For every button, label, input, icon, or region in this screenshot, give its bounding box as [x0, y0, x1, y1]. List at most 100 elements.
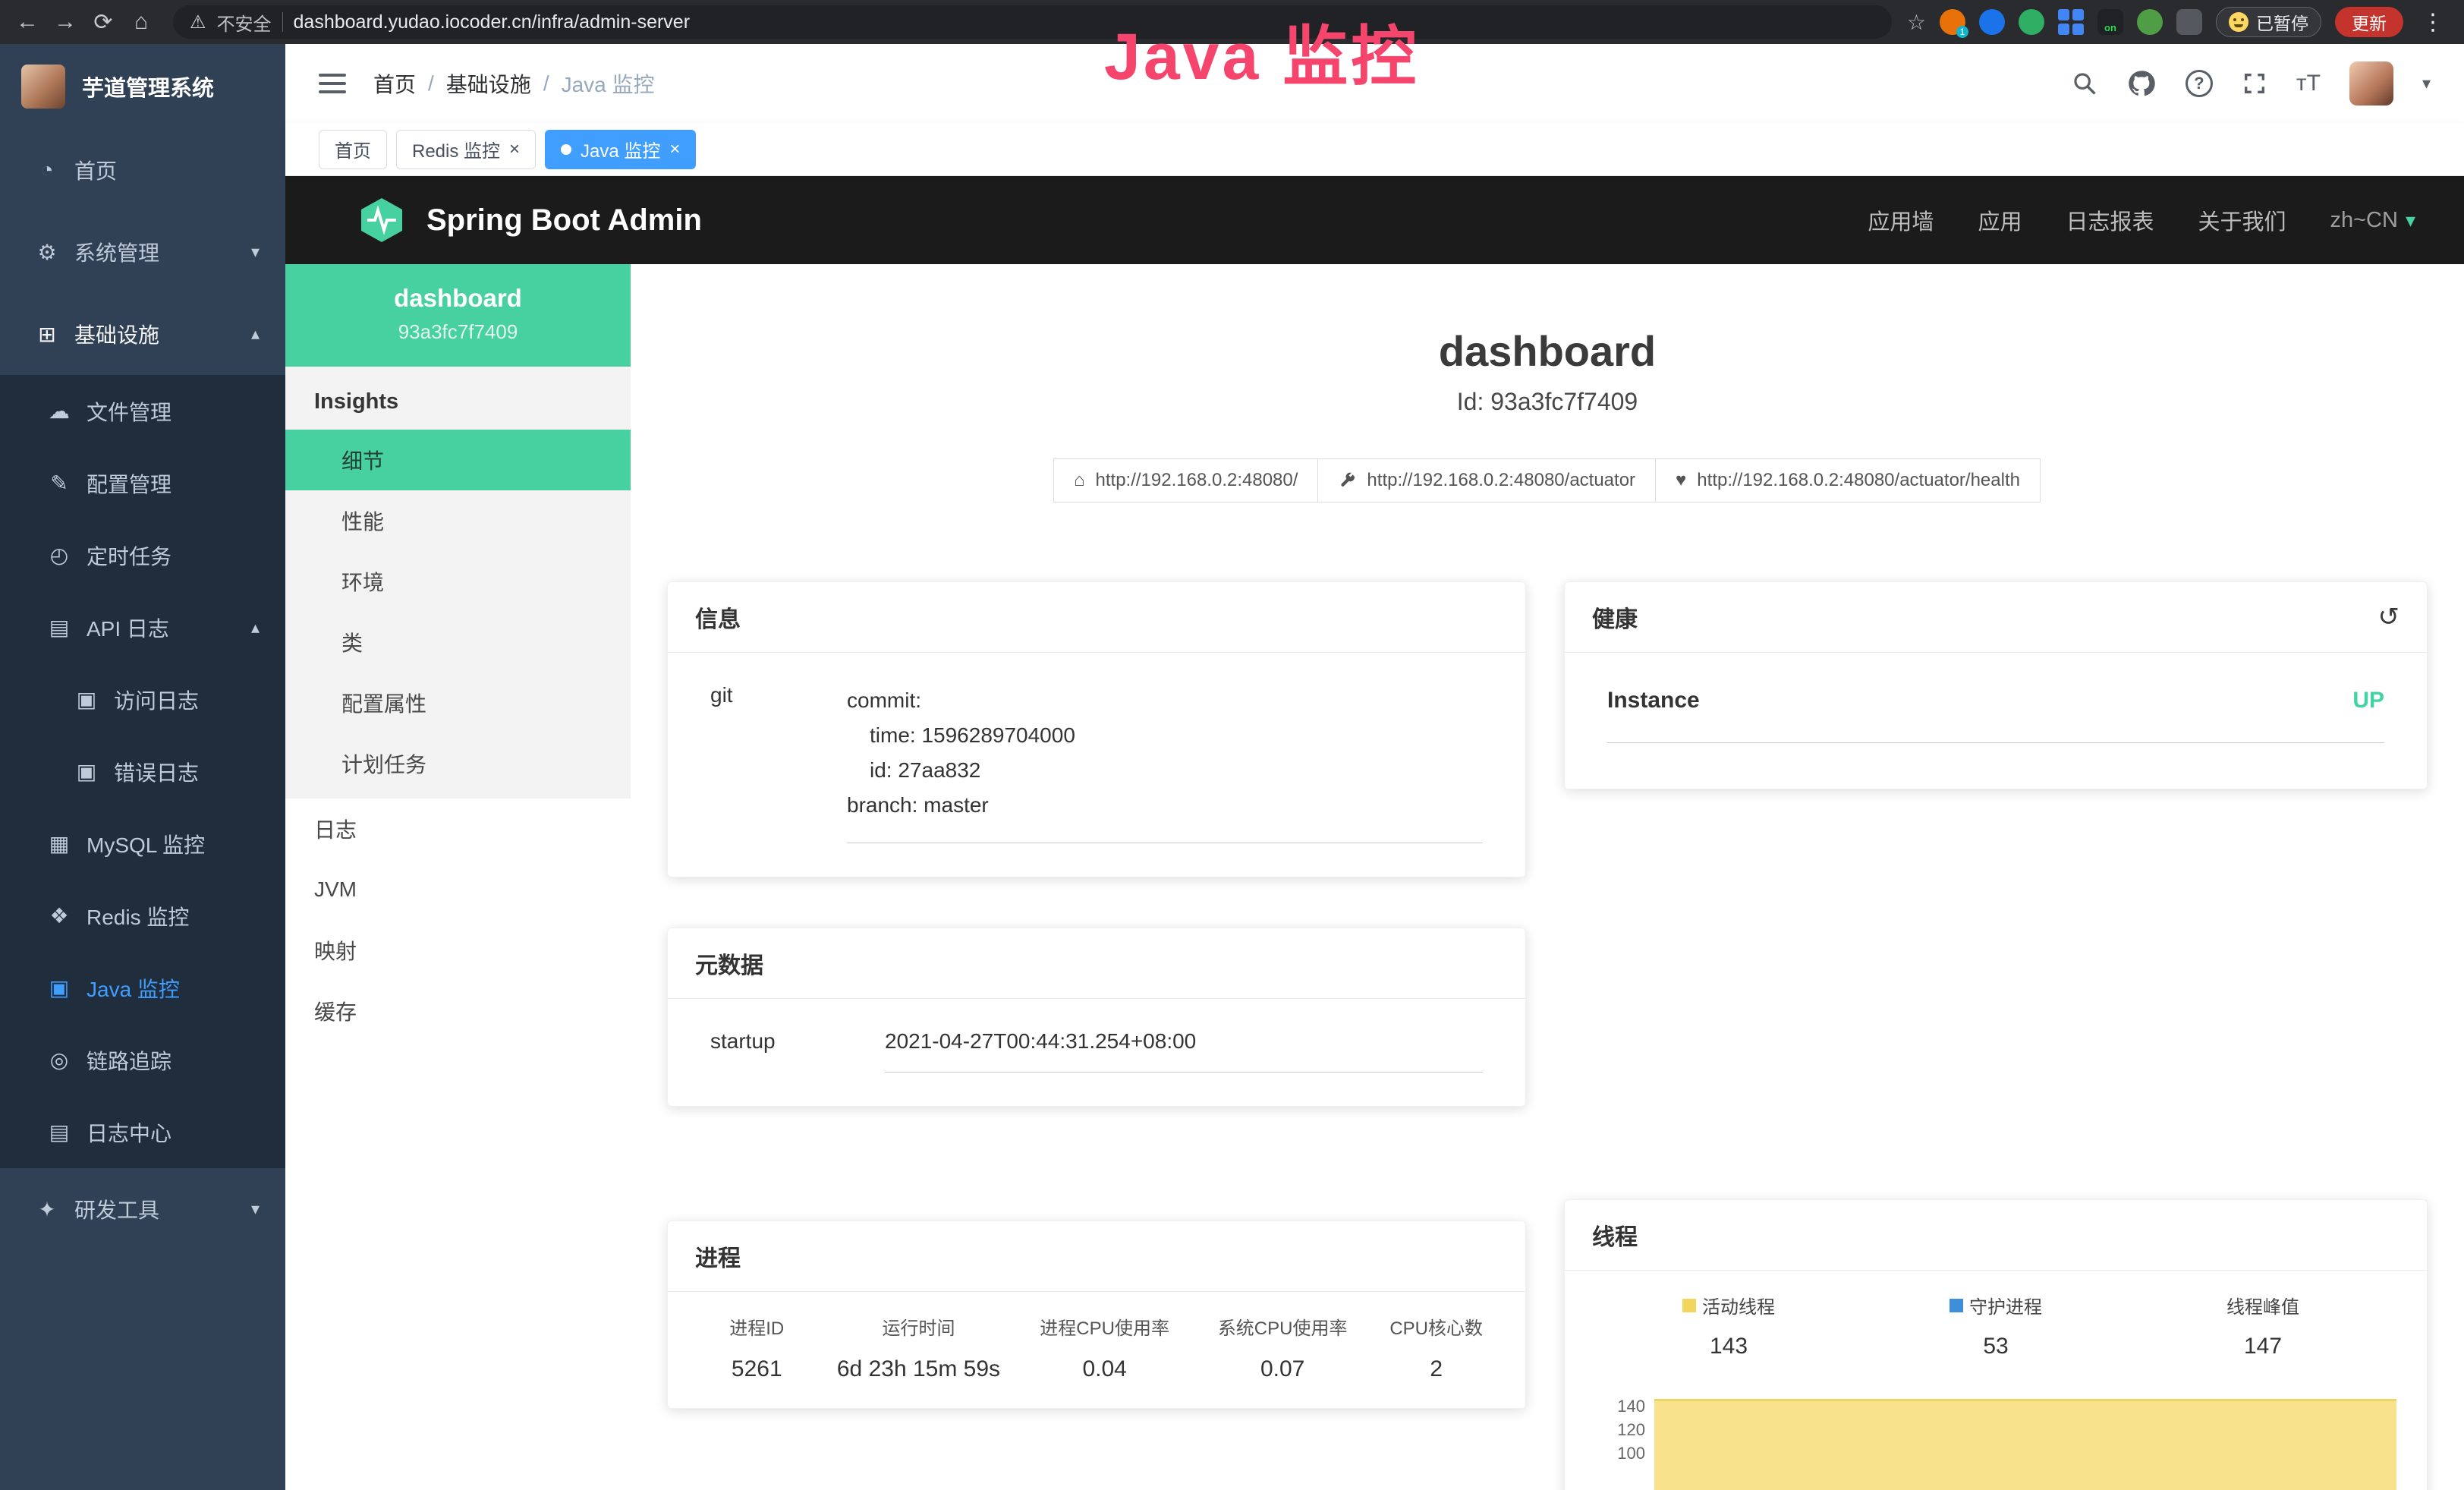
- github-icon[interactable]: [2126, 68, 2157, 99]
- col-value: 0.07: [1198, 1356, 1367, 1382]
- admin-logo[interactable]: 芋道管理系统: [0, 44, 285, 129]
- breadcrumb-home[interactable]: 首页: [373, 68, 416, 99]
- link-label: http://192.168.0.2:48080/actuator/health: [1697, 470, 2020, 491]
- threads-chart: 140 120 100: [1595, 1394, 2396, 1490]
- sba-item-mappings[interactable]: 映射: [285, 920, 631, 981]
- sidebar-item-label: 首页: [74, 155, 117, 185]
- infrastructure-icon: ⊞: [30, 322, 64, 347]
- tab-java-monitor[interactable]: Java 监控 ×: [545, 130, 696, 169]
- sba-nav-about[interactable]: 关于我们: [2198, 204, 2286, 236]
- sba-brand[interactable]: Spring Boot Admin: [357, 197, 702, 244]
- breadcrumb-section[interactable]: 基础设施: [446, 68, 531, 99]
- sba-body: dashboard 93a3fc7f7409 Insights 细节 性能 环境…: [285, 264, 2464, 1490]
- sidebar-item-api-logs[interactable]: ▤ API 日志 ▴: [0, 591, 285, 663]
- startup-value: 2021-04-27T00:44:31.254+08:00: [885, 1029, 1483, 1073]
- home-icon[interactable]: ⌂: [124, 9, 158, 35]
- sidebar-item-java-monitor[interactable]: ▣ Java 监控: [0, 952, 285, 1024]
- browser-menu-icon[interactable]: ⋮: [2417, 9, 2449, 36]
- back-icon[interactable]: ←: [11, 9, 44, 35]
- sba-item-metrics[interactable]: 性能: [285, 490, 631, 551]
- extension-dark-icon[interactable]: [2176, 9, 2202, 35]
- sidebar-item-label: 基础设施: [74, 319, 159, 349]
- sba-item-caches[interactable]: 缓存: [285, 981, 631, 1041]
- tab-home[interactable]: 首页: [319, 130, 387, 169]
- sba-item-jvm[interactable]: JVM: [285, 859, 631, 920]
- extension-green-icon[interactable]: [2019, 9, 2044, 35]
- smiley-icon: [2229, 12, 2248, 32]
- sidebar-item-mysql-monitor[interactable]: ▦ MySQL 监控: [0, 808, 285, 880]
- sidebar-item-access-logs[interactable]: ▣ 访问日志: [0, 663, 285, 736]
- instance-id: Id: 93a3fc7f7409: [667, 388, 2428, 416]
- admin-logo-avatar: [21, 65, 65, 109]
- sidebar-item-label: Java 监控: [87, 973, 180, 1003]
- legend-label: 活动线程: [1702, 1292, 1775, 1318]
- extension-switch-on-icon[interactable]: on: [2097, 9, 2123, 35]
- link-label: http://192.168.0.2:48080/: [1096, 470, 1298, 491]
- history-icon[interactable]: ↺: [2378, 602, 2400, 632]
- help-icon[interactable]: ?: [2186, 70, 2213, 97]
- sba-item-config-props[interactable]: 配置属性: [285, 673, 631, 733]
- col-label: 进程ID: [697, 1313, 817, 1340]
- close-tab-icon[interactable]: ×: [509, 140, 520, 159]
- sidebar-item-error-logs[interactable]: ▣ 错误日志: [0, 736, 285, 808]
- sba-root-items: 日志 JVM 映射 缓存: [285, 799, 631, 1041]
- extension-grid-icon[interactable]: [2058, 9, 2084, 35]
- chrome-update-button[interactable]: 更新: [2335, 7, 2403, 37]
- search-icon[interactable]: [2072, 71, 2097, 96]
- page-url: dashboard.yudao.iocoder.cn/infra/admin-s…: [294, 11, 691, 33]
- extension-blue-drop-icon[interactable]: [1979, 9, 2005, 35]
- devtools-icon: ✦: [30, 1197, 64, 1222]
- paused-profile-badge[interactable]: 已暂停: [2216, 7, 2321, 37]
- bookmark-star-icon[interactable]: ☆: [1907, 10, 1926, 35]
- ytick: 140: [1595, 1394, 1645, 1418]
- sba-language-select[interactable]: zh~CN ▾: [2330, 208, 2415, 233]
- sidebar-item-home[interactable]: ◔ 首页: [0, 129, 285, 211]
- col-label: 系统CPU使用率: [1198, 1313, 1367, 1340]
- reload-icon[interactable]: ⟳: [87, 9, 120, 36]
- health-url-link[interactable]: ♥ http://192.168.0.2:48080/actuator/heal…: [1655, 458, 2041, 502]
- sidebar-item-label: 文件管理: [87, 396, 172, 427]
- sidebar-item-redis-monitor[interactable]: ❖ Redis 监控: [0, 880, 285, 952]
- hamburger-icon[interactable]: [319, 74, 346, 93]
- process-uptime-col: 运行时间 6d 23h 15m 59s: [822, 1313, 1016, 1382]
- sba-item-classes[interactable]: 类: [285, 612, 631, 673]
- dashboard-icon: ◔: [30, 158, 64, 182]
- close-tab-icon[interactable]: ×: [669, 140, 680, 159]
- service-url-link[interactable]: ⌂ http://192.168.0.2:48080/: [1053, 458, 1318, 502]
- sidebar-item-file-management[interactable]: ☁ 文件管理: [0, 375, 285, 447]
- user-avatar[interactable]: [2349, 61, 2393, 106]
- fullscreen-icon[interactable]: [2242, 71, 2267, 96]
- sba-app-name: dashboard: [297, 284, 618, 313]
- sba-nav-journal[interactable]: 日志报表: [2066, 204, 2154, 236]
- sidebar-item-devtools[interactable]: ✦ 研发工具 ▾: [0, 1168, 285, 1250]
- sidebar-item-infrastructure[interactable]: ⊞ 基础设施 ▴: [0, 293, 285, 375]
- sidebar-item-scheduled-tasks[interactable]: ◴ 定时任务: [0, 519, 285, 591]
- sba-nav-wallboard[interactable]: 应用墙: [1868, 204, 1934, 236]
- sidebar-item-trace[interactable]: ◎ 链路追踪: [0, 1024, 285, 1096]
- forward-icon[interactable]: →: [49, 9, 82, 35]
- extension-leaf-icon[interactable]: [2137, 9, 2163, 35]
- heart-icon: ♥: [1676, 470, 1686, 491]
- sidebar-item-label: 研发工具: [74, 1194, 159, 1224]
- sidebar-item-config-management[interactable]: ✎ 配置管理: [0, 447, 285, 519]
- sba-nav-applications[interactable]: 应用: [1978, 204, 2022, 236]
- sba-item-scheduled[interactable]: 计划任务: [285, 733, 631, 794]
- tab-redis-monitor[interactable]: Redis 监控 ×: [396, 130, 536, 169]
- sba-item-environment[interactable]: 环境: [285, 551, 631, 612]
- sba-item-details[interactable]: 细节: [285, 430, 631, 490]
- paused-label: 已暂停: [2256, 9, 2308, 35]
- address-bar[interactable]: ⚠ 不安全 dashboard.yudao.iocoder.cn/infra/a…: [173, 5, 1892, 39]
- cpu-cores-col: CPU核心数 2: [1371, 1313, 1501, 1382]
- font-size-icon[interactable]: тT: [2296, 71, 2321, 96]
- sidebar-item-system-management[interactable]: ⚙ 系统管理 ▾: [0, 211, 285, 293]
- sidebar-item-label: 错误日志: [114, 757, 199, 787]
- app-row: 芋道管理系统 ◔ 首页 ⚙ 系统管理 ▾ ⊞ 基础设施 ▴ ☁: [0, 44, 2464, 1490]
- sidebar-item-label: Redis 监控: [87, 901, 189, 931]
- sidebar-item-log-center[interactable]: ▤ 日志中心: [0, 1096, 285, 1168]
- live-threads-col: 活动线程 143: [1595, 1292, 1862, 1359]
- actuator-url-link[interactable]: http://192.168.0.2:48080/actuator: [1317, 458, 1656, 502]
- avatar-caret-icon[interactable]: ▾: [2422, 74, 2431, 93]
- sba-item-logs[interactable]: 日志: [285, 799, 631, 859]
- legend-blue-swatch: [1949, 1299, 1963, 1312]
- extension-orange-icon[interactable]: 1: [1940, 9, 1965, 35]
